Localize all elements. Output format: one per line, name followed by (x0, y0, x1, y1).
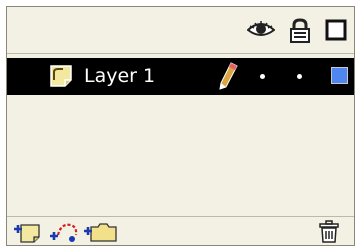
pencil-icon (217, 61, 239, 91)
layer-row[interactable]: Layer 1 (7, 58, 354, 95)
lock-icon[interactable] (289, 18, 315, 43)
eye-icon[interactable] (247, 20, 275, 42)
add-guide-layer-icon[interactable] (49, 221, 79, 243)
outline-icon[interactable] (325, 19, 351, 41)
timeline-layers-panel: Layer 1 (6, 6, 355, 246)
layers-footer (7, 216, 354, 245)
layer-name[interactable]: Layer 1 (84, 64, 155, 88)
lock-dot[interactable] (297, 74, 302, 79)
visibility-dot[interactable] (260, 74, 265, 79)
trash-icon[interactable] (317, 220, 341, 243)
add-layer-icon[interactable] (13, 221, 41, 243)
layer-page-icon (49, 64, 73, 88)
outline-color-swatch[interactable] (331, 67, 348, 84)
add-folder-icon[interactable] (83, 221, 117, 243)
layers-header (7, 7, 354, 54)
